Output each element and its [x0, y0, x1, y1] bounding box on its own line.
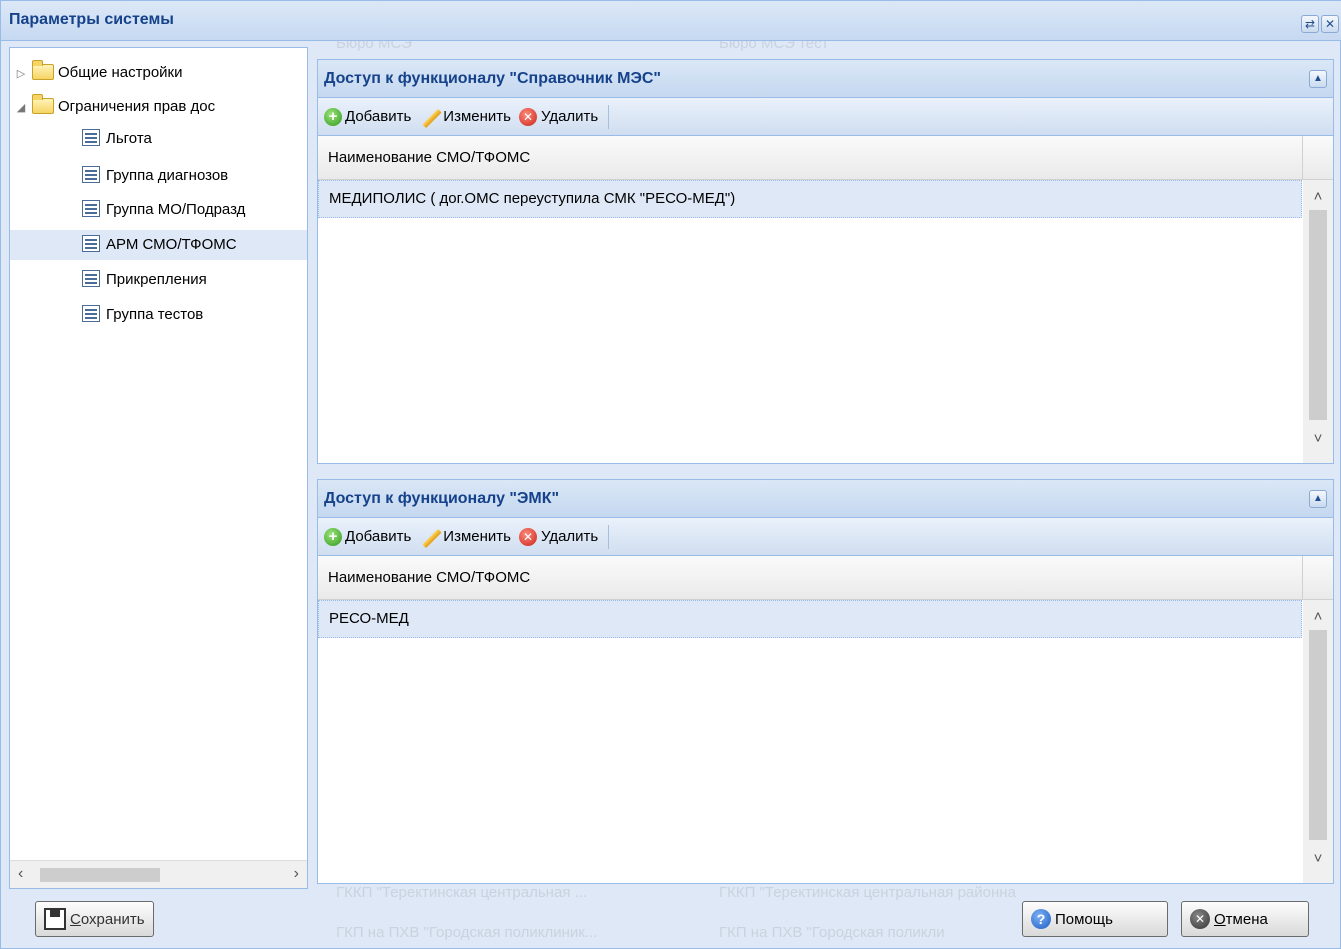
section-toolbar: + Добавить Изменить ✕ Удалить: [318, 518, 1333, 556]
grid-body: РЕСО-МЕД ˄ ˅: [318, 600, 1333, 883]
column-header-label: Наименование СМО/ТФОМС: [328, 149, 531, 166]
collapse-section-icon[interactable]: ▲: [1309, 490, 1327, 508]
scroll-down-icon[interactable]: ˅: [1303, 850, 1333, 867]
scroll-left-icon[interactable]: ‹: [18, 865, 23, 883]
cancel-label: Отмена: [1214, 910, 1268, 928]
scroll-right-icon[interactable]: ›: [294, 865, 299, 883]
scroll-down-icon[interactable]: ˅: [1303, 430, 1333, 447]
folder-open-icon: [32, 94, 54, 114]
help-button[interactable]: ? Помощь: [1022, 901, 1168, 937]
delete-icon: ✕: [518, 107, 537, 126]
add-button[interactable]: + Добавить: [324, 527, 412, 546]
system-parameters-window: Бюро МСЭ Бюро МСЭ тест ГККП "Теректинска…: [0, 0, 1341, 949]
tree-item-label: Группа МО/Подразд: [106, 201, 246, 218]
cancel-icon: ✕: [1190, 909, 1210, 929]
ghost-text: ГККП "Теректинская центральная районна: [719, 884, 1016, 901]
tree-item-label: Прикрепления: [106, 271, 207, 288]
scrollbar-thumb[interactable]: [1309, 210, 1327, 420]
add-label: Добавить: [345, 528, 412, 545]
section-emk-access: Доступ к функционалу "ЭМК" ▲ + Добавить И…: [317, 479, 1334, 884]
add-icon: +: [324, 527, 342, 546]
ghost-text: ГККП "Теректинская центральная ...: [336, 884, 588, 901]
delete-button[interactable]: ✕ Удалить: [518, 107, 599, 126]
tree-item-test-group[interactable]: Группа тестов: [82, 300, 203, 330]
scroll-up-icon[interactable]: ˄: [1303, 188, 1333, 205]
horizontal-scrollbar[interactable]: ‹ ›: [10, 860, 307, 888]
help-label: Помощь: [1055, 910, 1113, 928]
pencil-icon: [419, 108, 441, 126]
edit-label: Изменить: [443, 528, 511, 545]
refresh-icon[interactable]: ⇄: [1301, 15, 1319, 33]
tree-item-access-restrictions[interactable]: ◢ Ограничения прав дос: [14, 92, 215, 122]
tree-item-mo-group[interactable]: Группа МО/Подразд: [82, 195, 245, 225]
pencil-icon: [419, 528, 441, 546]
save-icon: [44, 908, 66, 930]
save-label: Сохранить: [70, 910, 145, 928]
add-button[interactable]: + Добавить: [324, 107, 412, 126]
save-button[interactable]: Сохранить: [35, 901, 154, 937]
close-icon[interactable]: ✕: [1321, 15, 1339, 33]
scrollbar-thumb[interactable]: [1309, 630, 1327, 840]
row-cell: РЕСО-МЕД: [329, 610, 409, 627]
tree-item-general-settings[interactable]: ▷ Общие настройки: [14, 58, 183, 88]
tree-item-label: Группа тестов: [106, 306, 204, 323]
edit-button[interactable]: Изменить: [419, 528, 511, 546]
delete-button[interactable]: ✕ Удалить: [518, 527, 599, 546]
grid-body: МЕДИПОЛИС ( дог.ОМС переуступила СМК "РЕ…: [318, 180, 1333, 463]
row-cell: МЕДИПОЛИС ( дог.ОМС переуступила СМК "РЕ…: [329, 190, 736, 207]
folder-icon: [32, 60, 54, 80]
tree-item-label: Общие настройки: [58, 64, 183, 81]
table-row[interactable]: МЕДИПОЛИС ( дог.ОМС переуступила СМК "РЕ…: [318, 180, 1302, 218]
settings-tree: ▷ Общие настройки ◢ Ограничения прав дос Л…: [9, 47, 308, 889]
column-divider: [1302, 136, 1303, 180]
tree-item-benefit[interactable]: Льгота: [82, 124, 152, 154]
delete-label: Удалить: [540, 108, 599, 125]
collapse-section-icon[interactable]: ▲: [1309, 70, 1327, 88]
add-label: Добавить: [345, 108, 412, 125]
column-divider: [1302, 556, 1303, 600]
tree-item-label: АРМ СМО/ТФОМС: [106, 236, 237, 253]
column-header[interactable]: Наименование СМО/ТФОМС: [318, 556, 1333, 600]
section-mes-access: Доступ к функционалу "Справочник МЭС" ▲ …: [317, 59, 1334, 464]
add-icon: +: [324, 107, 342, 126]
list-icon: [82, 129, 100, 146]
list-icon: [82, 200, 100, 217]
column-header-label: Наименование СМО/ТФОМС: [328, 569, 531, 586]
help-icon: ?: [1031, 909, 1051, 929]
window-titlebar[interactable]: Параметры системы ⇄ ✕: [1, 1, 1341, 41]
tree-item-diagnosis-group[interactable]: Группа диагнозов: [82, 161, 228, 191]
tree-item-label: Группа диагнозов: [106, 167, 229, 184]
list-icon: [82, 305, 100, 322]
tree-item-label: Льгота: [106, 130, 152, 147]
section-title: Доступ к функционалу "ЭМК": [324, 490, 560, 507]
vertical-scrollbar[interactable]: ˄ ˅: [1303, 600, 1333, 883]
section-header: Доступ к функционалу "Справочник МЭС" ▲: [318, 60, 1333, 98]
column-header[interactable]: Наименование СМО/ТФОМС: [318, 136, 1333, 180]
vertical-scrollbar[interactable]: ˄ ˅: [1303, 180, 1333, 463]
window-title: Параметры системы: [9, 11, 174, 28]
cancel-button[interactable]: ✕ Отмена: [1181, 901, 1309, 937]
collapse-icon[interactable]: ◢: [14, 93, 28, 123]
section-header: Доступ к функционалу "ЭМК" ▲: [318, 480, 1333, 518]
section-toolbar: + Добавить Изменить ✕ Удалить: [318, 98, 1333, 136]
list-icon: [82, 235, 100, 252]
tree-item-arm-smo[interactable]: АРМ СМО/ТФОМС: [10, 230, 307, 260]
tree-item-attachments[interactable]: Прикрепления: [82, 265, 207, 295]
section-title: Доступ к функционалу "Справочник МЭС": [324, 70, 661, 87]
table-row[interactable]: РЕСО-МЕД: [318, 600, 1302, 638]
list-icon: [82, 270, 100, 287]
edit-label: Изменить: [443, 108, 511, 125]
edit-button[interactable]: Изменить: [419, 108, 511, 126]
ghost-text: ГКП на ПХВ "Городская поликли: [719, 924, 945, 941]
scrollbar-thumb[interactable]: [40, 868, 160, 882]
list-icon: [82, 166, 100, 183]
scroll-up-icon[interactable]: ˄: [1303, 608, 1333, 625]
delete-icon: ✕: [518, 527, 537, 546]
toolbar-separator: [608, 104, 610, 129]
toolbar-separator: [608, 524, 610, 549]
expand-icon[interactable]: ▷: [14, 59, 28, 89]
tree-item-label: Ограничения прав дос: [58, 98, 216, 115]
delete-label: Удалить: [540, 528, 599, 545]
ghost-text: ГКП на ПХВ "Городская поликлиник...: [336, 924, 598, 941]
